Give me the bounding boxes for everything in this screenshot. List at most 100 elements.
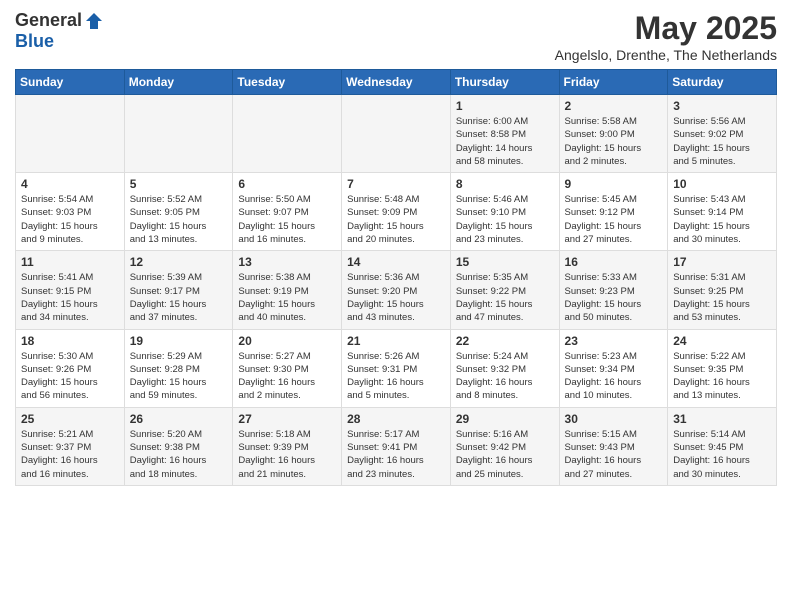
logo-icon: [84, 11, 104, 31]
logo-general-text: General: [15, 10, 82, 31]
weekday-header-wednesday: Wednesday: [342, 70, 451, 95]
calendar-cell: 31 Sunrise: 5:14 AMSunset: 9:45 PMDayligh…: [668, 407, 777, 485]
day-number: 25: [21, 412, 119, 426]
day-info: Sunrise: 5:35 AMSunset: 9:22 PMDaylight:…: [456, 271, 554, 324]
day-info: Sunrise: 5:30 AMSunset: 9:26 PMDaylight:…: [21, 350, 119, 403]
day-number: 22: [456, 334, 554, 348]
day-number: 14: [347, 255, 445, 269]
day-number: 4: [21, 177, 119, 191]
calendar-cell: 17 Sunrise: 5:31 AMSunset: 9:25 PMDayligh…: [668, 251, 777, 329]
calendar-cell: 20 Sunrise: 5:27 AMSunset: 9:30 PMDayligh…: [233, 329, 342, 407]
calendar-table: SundayMondayTuesdayWednesdayThursdayFrid…: [15, 69, 777, 486]
calendar-cell: [342, 95, 451, 173]
day-info: Sunrise: 5:26 AMSunset: 9:31 PMDaylight:…: [347, 350, 445, 403]
day-number: 23: [565, 334, 663, 348]
calendar-cell: 6 Sunrise: 5:50 AMSunset: 9:07 PMDaylight…: [233, 173, 342, 251]
calendar-cell: 22 Sunrise: 5:24 AMSunset: 9:32 PMDayligh…: [450, 329, 559, 407]
day-number: 27: [238, 412, 336, 426]
day-number: 3: [673, 99, 771, 113]
day-number: 17: [673, 255, 771, 269]
day-number: 16: [565, 255, 663, 269]
calendar-cell: 23 Sunrise: 5:23 AMSunset: 9:34 PMDayligh…: [559, 329, 668, 407]
calendar-cell: [233, 95, 342, 173]
weekday-header-thursday: Thursday: [450, 70, 559, 95]
day-info: Sunrise: 5:45 AMSunset: 9:12 PMDaylight:…: [565, 193, 663, 246]
day-info: Sunrise: 5:22 AMSunset: 9:35 PMDaylight:…: [673, 350, 771, 403]
day-info: Sunrise: 5:31 AMSunset: 9:25 PMDaylight:…: [673, 271, 771, 324]
calendar-week-row: 25 Sunrise: 5:21 AMSunset: 9:37 PMDayligh…: [16, 407, 777, 485]
calendar-cell: 1Sunrise: 6:00 AMSunset: 8:58 PMDaylight…: [450, 95, 559, 173]
calendar-cell: 21Sunrise: 5:26 AMSunset: 9:31 PMDayligh…: [342, 329, 451, 407]
day-info: Sunrise: 5:43 AMSunset: 9:14 PMDaylight:…: [673, 193, 771, 246]
day-info: Sunrise: 5:52 AMSunset: 9:05 PMDaylight:…: [130, 193, 228, 246]
weekday-header-monday: Monday: [124, 70, 233, 95]
day-number: 5: [130, 177, 228, 191]
calendar-cell: 9Sunrise: 5:45 AMSunset: 9:12 PMDaylight…: [559, 173, 668, 251]
day-number: 18: [21, 334, 119, 348]
day-number: 7: [347, 177, 445, 191]
calendar-week-row: 4Sunrise: 5:54 AMSunset: 9:03 PMDaylight…: [16, 173, 777, 251]
calendar-cell: 5 Sunrise: 5:52 AMSunset: 9:05 PMDaylight…: [124, 173, 233, 251]
calendar-cell: 14 Sunrise: 5:36 AMSunset: 9:20 PMDayligh…: [342, 251, 451, 329]
day-number: 13: [238, 255, 336, 269]
calendar-header-row: SundayMondayTuesdayWednesdayThursdayFrid…: [16, 70, 777, 95]
day-info: Sunrise: 5:38 AMSunset: 9:19 PMDaylight:…: [238, 271, 336, 324]
calendar-week-row: 18 Sunrise: 5:30 AMSunset: 9:26 PMDayligh…: [16, 329, 777, 407]
calendar-cell: 19 Sunrise: 5:29 AMSunset: 9:28 PMDayligh…: [124, 329, 233, 407]
day-number: 31: [673, 412, 771, 426]
calendar-cell: 28 Sunrise: 5:17 AMSunset: 9:41 PMDayligh…: [342, 407, 451, 485]
day-info: Sunrise: 5:36 AMSunset: 9:20 PMDaylight:…: [347, 271, 445, 324]
day-number: 19: [130, 334, 228, 348]
calendar-cell: 30Sunrise: 5:15 AMSunset: 9:43 PMDayligh…: [559, 407, 668, 485]
calendar-cell: 16 Sunrise: 5:33 AMSunset: 9:23 PMDayligh…: [559, 251, 668, 329]
day-number: 29: [456, 412, 554, 426]
logo-blue-text: Blue: [15, 31, 54, 52]
day-info: Sunrise: 5:39 AMSunset: 9:17 PMDaylight:…: [130, 271, 228, 324]
day-info: Sunrise: 5:14 AMSunset: 9:45 PMDaylight:…: [673, 428, 771, 481]
day-number: 28: [347, 412, 445, 426]
page-header: General Blue May 2025 Angelslo, Drenthe,…: [15, 10, 777, 63]
calendar-cell: 27Sunrise: 5:18 AMSunset: 9:39 PMDayligh…: [233, 407, 342, 485]
day-number: 24: [673, 334, 771, 348]
day-info: Sunrise: 5:50 AMSunset: 9:07 PMDaylight:…: [238, 193, 336, 246]
calendar-cell: 3 Sunrise: 5:56 AMSunset: 9:02 PMDaylight…: [668, 95, 777, 173]
calendar-cell: 29 Sunrise: 5:16 AMSunset: 9:42 PMDayligh…: [450, 407, 559, 485]
day-number: 12: [130, 255, 228, 269]
day-number: 10: [673, 177, 771, 191]
day-info: Sunrise: 5:21 AMSunset: 9:37 PMDaylight:…: [21, 428, 119, 481]
day-info: Sunrise: 5:17 AMSunset: 9:41 PMDaylight:…: [347, 428, 445, 481]
day-info: Sunrise: 5:56 AMSunset: 9:02 PMDaylight:…: [673, 115, 771, 168]
calendar-cell: [124, 95, 233, 173]
day-info: Sunrise: 5:48 AMSunset: 9:09 PMDaylight:…: [347, 193, 445, 246]
calendar-cell: 26Sunrise: 5:20 AMSunset: 9:38 PMDayligh…: [124, 407, 233, 485]
day-info: Sunrise: 5:16 AMSunset: 9:42 PMDaylight:…: [456, 428, 554, 481]
day-number: 8: [456, 177, 554, 191]
calendar-cell: 8Sunrise: 5:46 AMSunset: 9:10 PMDaylight…: [450, 173, 559, 251]
day-info: Sunrise: 5:24 AMSunset: 9:32 PMDaylight:…: [456, 350, 554, 403]
day-number: 26: [130, 412, 228, 426]
day-info: Sunrise: 5:23 AMSunset: 9:34 PMDaylight:…: [565, 350, 663, 403]
day-number: 11: [21, 255, 119, 269]
calendar-cell: 7 Sunrise: 5:48 AMSunset: 9:09 PMDaylight…: [342, 173, 451, 251]
calendar-week-row: 1Sunrise: 6:00 AMSunset: 8:58 PMDaylight…: [16, 95, 777, 173]
month-title: May 2025: [555, 10, 777, 47]
day-number: 20: [238, 334, 336, 348]
calendar-cell: 4Sunrise: 5:54 AMSunset: 9:03 PMDaylight…: [16, 173, 125, 251]
calendar-cell: 15 Sunrise: 5:35 AMSunset: 9:22 PMDayligh…: [450, 251, 559, 329]
title-block: May 2025 Angelslo, Drenthe, The Netherla…: [555, 10, 777, 63]
day-info: Sunrise: 5:33 AMSunset: 9:23 PMDaylight:…: [565, 271, 663, 324]
day-info: Sunrise: 5:27 AMSunset: 9:30 PMDaylight:…: [238, 350, 336, 403]
day-info: Sunrise: 5:41 AMSunset: 9:15 PMDaylight:…: [21, 271, 119, 324]
calendar-cell: [16, 95, 125, 173]
calendar-cell: 18 Sunrise: 5:30 AMSunset: 9:26 PMDayligh…: [16, 329, 125, 407]
day-number: 1: [456, 99, 554, 113]
day-number: 15: [456, 255, 554, 269]
calendar-cell: 10 Sunrise: 5:43 AMSunset: 9:14 PMDayligh…: [668, 173, 777, 251]
day-number: 6: [238, 177, 336, 191]
calendar-cell: 11 Sunrise: 5:41 AMSunset: 9:15 PMDayligh…: [16, 251, 125, 329]
day-info: Sunrise: 5:29 AMSunset: 9:28 PMDaylight:…: [130, 350, 228, 403]
calendar-cell: 25 Sunrise: 5:21 AMSunset: 9:37 PMDayligh…: [16, 407, 125, 485]
logo: General Blue: [15, 10, 104, 52]
calendar-week-row: 11 Sunrise: 5:41 AMSunset: 9:15 PMDayligh…: [16, 251, 777, 329]
day-info: Sunrise: 5:58 AMSunset: 9:00 PMDaylight:…: [565, 115, 663, 168]
